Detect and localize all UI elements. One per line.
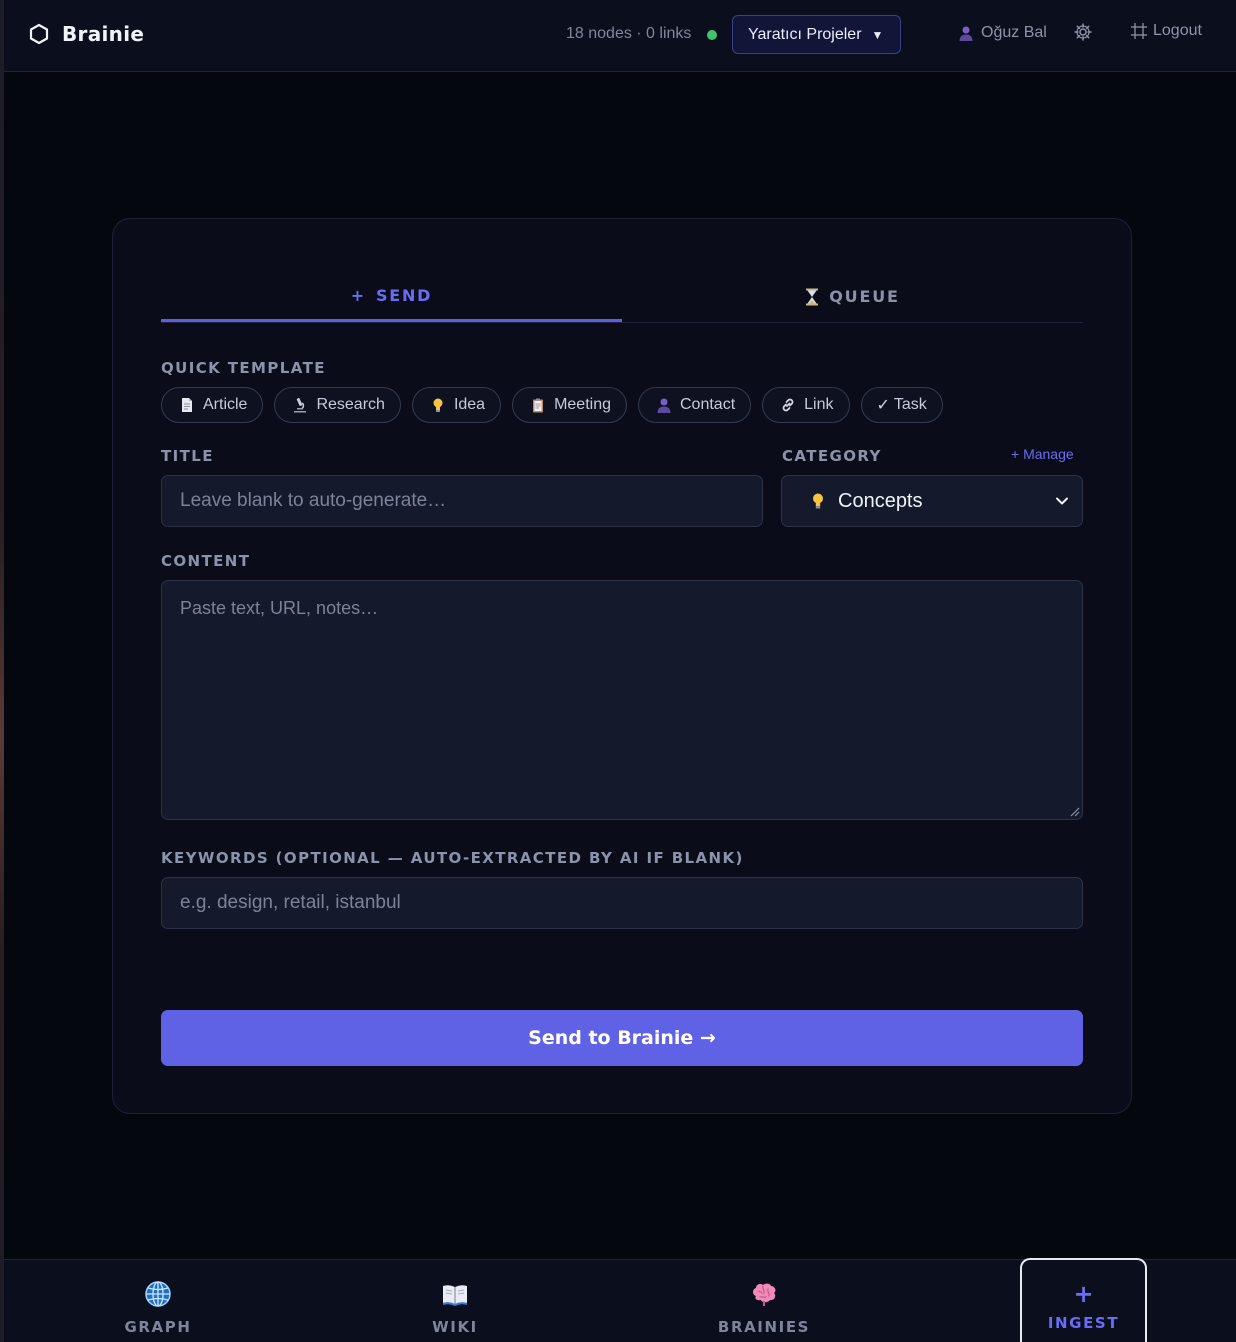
nav-ingest-label: INGEST [1047, 1314, 1120, 1332]
keywords-label: KEYWORDS (OPTIONAL — AUTO-EXTRACTED BY A… [161, 849, 744, 867]
title-label: TITLE [161, 447, 214, 465]
content-label: CONTENT [161, 552, 251, 570]
book-icon [443, 1285, 467, 1306]
send-to-brainie-button[interactable]: Send to Brainie → [161, 1010, 1083, 1066]
hourglass-icon [806, 288, 819, 305]
nav-graph[interactable]: GRAPH [93, 1260, 223, 1342]
template-chip-research[interactable]: Research [274, 387, 401, 423]
template-chip-label: Idea [453, 396, 486, 413]
plus-icon: + [350, 285, 366, 305]
category-label: CATEGORY [782, 447, 882, 465]
frame-icon [1131, 23, 1147, 39]
resize-handle-icon[interactable] [1068, 805, 1080, 817]
title-placeholder: Leave blank to auto-generate… [180, 490, 447, 511]
clipboard-icon [533, 398, 544, 413]
nav-ingest[interactable]: + INGEST [1020, 1258, 1147, 1342]
top-bar: Brainie 18 nodes · 0 links Yaratıcı Proj… [4, 0, 1236, 72]
nav-wiki[interactable]: WIKI [390, 1260, 520, 1342]
lightbulb-icon [813, 493, 823, 509]
template-chip-link[interactable]: Link [762, 387, 850, 423]
tab-send-label: SEND [375, 285, 433, 305]
brain-icon [753, 1283, 776, 1306]
person-icon [657, 398, 671, 413]
manage-categories-link[interactable]: + Manage [1011, 446, 1074, 462]
lightbulb-icon [433, 398, 443, 412]
nav-brainies-label: BRAINIES [717, 1318, 811, 1336]
project-name: Yaratıcı Projeler [748, 25, 862, 43]
template-chip-label: Task [893, 396, 927, 413]
category-select[interactable]: Concepts [781, 475, 1083, 527]
content-placeholder: Paste text, URL, notes… [180, 598, 379, 618]
check-icon: ✓ [876, 397, 890, 414]
keywords-placeholder: e.g. design, retail, istanbul [180, 892, 401, 913]
caret-down-icon: ▼ [871, 27, 884, 42]
status-indicator [707, 30, 717, 40]
template-chips: Article Research Idea Meeting Contact Li… [161, 387, 943, 423]
category-value: Concepts [838, 489, 923, 512]
app-name: Brainie [62, 22, 145, 46]
hexagon-icon [29, 23, 49, 45]
nav-wiki-label: WIKI [432, 1318, 478, 1336]
content-textarea[interactable]: Paste text, URL, notes… [161, 580, 1083, 820]
keywords-input[interactable]: e.g. design, retail, istanbul [161, 877, 1083, 929]
document-icon [182, 398, 192, 412]
template-chip-label: Article [203, 396, 248, 413]
plus-icon: + [1073, 1280, 1094, 1308]
template-chip-label: Meeting [554, 396, 611, 413]
template-chip-label: Contact [680, 396, 736, 413]
nav-brainies[interactable]: BRAINIES [699, 1260, 829, 1342]
window-edge [0, 0, 4, 1342]
tab-queue[interactable]: QUEUE [622, 271, 1083, 322]
tab-bar: + SEND QUEUE [161, 271, 1083, 323]
template-chip-label: Research [316, 396, 385, 413]
template-chip-label: Link [804, 396, 834, 413]
nav-graph-label: GRAPH [124, 1318, 192, 1336]
user-icon [959, 26, 973, 41]
tab-queue-label: QUEUE [829, 287, 900, 306]
user-name: Oğuz Bal [981, 24, 1047, 41]
template-chip-contact[interactable]: Contact [638, 387, 752, 423]
chevron-down-icon [1056, 497, 1068, 505]
microscope-icon [294, 398, 307, 413]
user-menu[interactable]: Oğuz Bal [958, 24, 1047, 42]
ingest-card: + SEND QUEUE QUICK TEMPLATE Article Rese… [112, 218, 1132, 1114]
template-chip-idea[interactable]: Idea [411, 387, 502, 423]
template-chip-task[interactable]: ✓ Task [860, 387, 943, 423]
link-icon [782, 398, 794, 412]
bottom-nav: GRAPH WIKI BRAINIES + INGEST [4, 1258, 1236, 1342]
project-selector[interactable]: Yaratıcı Projeler ▼ [732, 15, 901, 54]
template-chip-article[interactable]: Article [161, 387, 264, 423]
template-chip-meeting[interactable]: Meeting [512, 387, 627, 423]
logout-button[interactable]: Logout [1131, 22, 1202, 40]
logout-label: Logout [1153, 22, 1202, 39]
quick-template-label: QUICK TEMPLATE [161, 359, 326, 377]
brand-logo[interactable]: Brainie [28, 22, 144, 46]
globe-icon [145, 1281, 171, 1307]
tab-send[interactable]: + SEND [161, 271, 622, 322]
graph-stats: 18 nodes · 0 links [566, 25, 692, 42]
title-input[interactable]: Leave blank to auto-generate… [161, 475, 763, 527]
gear-icon[interactable] [1073, 22, 1093, 42]
